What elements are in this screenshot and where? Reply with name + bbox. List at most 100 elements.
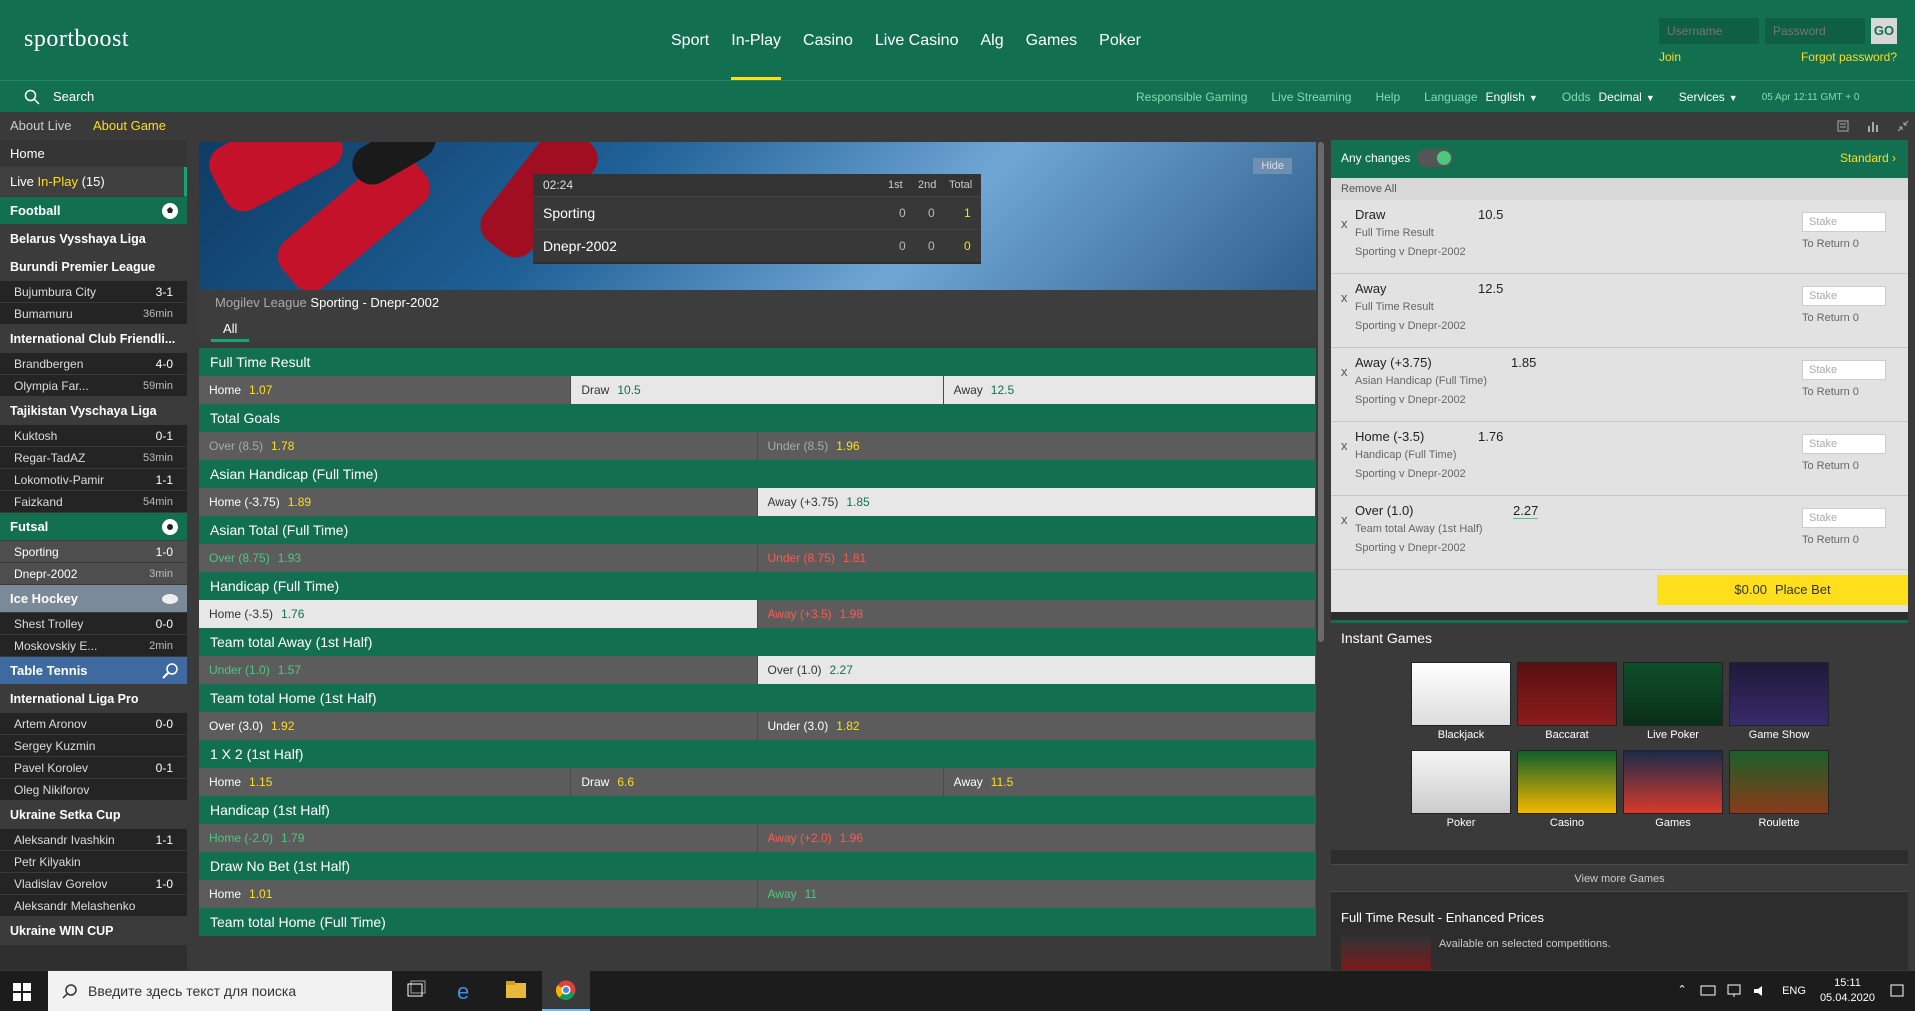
nav-games[interactable]: Games bbox=[1015, 0, 1089, 80]
odds-button[interactable]: Home 1.07 bbox=[199, 376, 572, 404]
sidebar-sport-table-tennis[interactable]: Table Tennis bbox=[0, 657, 187, 685]
nav-live-casino[interactable]: Live Casino bbox=[864, 0, 970, 80]
market-title[interactable]: Handicap (Full Time) bbox=[199, 572, 1316, 600]
stats-icon[interactable] bbox=[1866, 119, 1880, 133]
game-tile-baccarat[interactable]: Baccarat bbox=[1517, 662, 1617, 741]
odds-button[interactable]: Under (8.5) 1.96 bbox=[757, 432, 1316, 460]
sidebar-team-row[interactable]: Dnepr-2002 3min bbox=[0, 563, 187, 585]
sidebar-team-row[interactable]: Moskovskiy E... 2min bbox=[0, 635, 187, 657]
odds-button[interactable]: Home (-2.0) 1.79 bbox=[199, 824, 758, 852]
task-view-icon[interactable] bbox=[392, 971, 440, 1011]
stake-input[interactable]: Stake bbox=[1802, 212, 1886, 232]
odds-button[interactable]: Away (+3.5) 1.98 bbox=[757, 600, 1316, 628]
edge-browser-icon[interactable]: e bbox=[442, 971, 490, 1011]
odds-button[interactable]: Away 11.5 bbox=[943, 768, 1316, 796]
language-select[interactable]: English ▼ bbox=[1486, 90, 1538, 104]
enhanced-prices-thumbnail[interactable] bbox=[1341, 937, 1431, 970]
sidebar-team-row[interactable]: Brandbergen 4-0 bbox=[0, 353, 187, 375]
remove-bet-icon[interactable]: x bbox=[1341, 216, 1348, 231]
about-live-tab[interactable]: About Live bbox=[10, 118, 71, 133]
game-tile-casino[interactable]: Casino bbox=[1517, 750, 1617, 829]
remove-bet-icon[interactable]: x bbox=[1341, 290, 1348, 305]
game-tile-poker[interactable]: Poker bbox=[1411, 750, 1511, 829]
remove-bet-icon[interactable]: x bbox=[1341, 364, 1348, 379]
password-input[interactable] bbox=[1765, 18, 1865, 44]
sidebar-team-row[interactable]: Sporting 1-0 bbox=[0, 541, 187, 563]
go-button[interactable]: GO bbox=[1871, 18, 1897, 44]
sidebar-team-row[interactable]: Faizkand 54min bbox=[0, 491, 187, 513]
market-title[interactable]: Team total Away (1st Half) bbox=[199, 628, 1316, 656]
nav-in-play[interactable]: In-Play bbox=[720, 0, 792, 80]
sidebar-team-row[interactable]: Aleksandr Ivashkin 1-1 bbox=[0, 829, 187, 851]
game-tile-roulette[interactable]: Roulette bbox=[1729, 750, 1829, 829]
join-link[interactable]: Join bbox=[1659, 50, 1681, 64]
any-changes-toggle[interactable] bbox=[1417, 149, 1453, 167]
sidebar-league[interactable]: Tajikistan Vyschaya Liga bbox=[0, 397, 187, 425]
odds-button[interactable]: Away (+2.0) 1.96 bbox=[757, 824, 1316, 852]
help-link[interactable]: Help bbox=[1375, 90, 1400, 104]
odds-button[interactable]: Away 12.5 bbox=[943, 376, 1316, 404]
sidebar-sport-ice-hockey[interactable]: Ice Hockey bbox=[0, 585, 187, 613]
about-game-tab[interactable]: About Game bbox=[93, 118, 166, 133]
tab-all[interactable]: All bbox=[211, 316, 250, 342]
odds-button[interactable]: Draw 6.6 bbox=[571, 768, 944, 796]
services-menu[interactable]: Services ▼ bbox=[1679, 90, 1738, 104]
taskbar-search-box[interactable]: Введите здесь текст для поиска bbox=[48, 971, 392, 1011]
sidebar-team-row[interactable]: Lokomotiv-Pamir 1-1 bbox=[0, 469, 187, 491]
taskbar-clock[interactable]: 15:11 05.04.2020 bbox=[1820, 976, 1875, 1006]
game-tile-games[interactable]: Games bbox=[1623, 750, 1723, 829]
responsible-gaming-link[interactable]: Responsible Gaming bbox=[1136, 90, 1247, 104]
sidebar-league[interactable]: Ukraine Setka Cup bbox=[0, 801, 187, 829]
odds-button[interactable]: Away 11 bbox=[757, 880, 1316, 908]
nav-sport[interactable]: Sport bbox=[660, 0, 720, 80]
remove-all-button[interactable]: Remove All bbox=[1331, 178, 1908, 200]
game-tile-game-show[interactable]: Game Show bbox=[1729, 662, 1829, 741]
odds-button[interactable]: Over (1.0) 2.27 bbox=[757, 656, 1316, 684]
sidebar-team-row[interactable]: Kuktosh 0-1 bbox=[0, 425, 187, 447]
live-streaming-link[interactable]: Live Streaming bbox=[1271, 90, 1351, 104]
odds-button[interactable]: Home 1.01 bbox=[199, 880, 758, 908]
windows-start-icon[interactable] bbox=[12, 982, 32, 1002]
odds-button[interactable]: Over (8.5) 1.78 bbox=[199, 432, 758, 460]
sidebar-sport-futsal[interactable]: Futsal bbox=[0, 513, 187, 541]
sidebar-team-row[interactable]: Bujumbura City 3-1 bbox=[0, 281, 187, 303]
sidebar-team-row[interactable]: Regar-TadAZ 53min bbox=[0, 447, 187, 469]
sidebar-team-row[interactable]: Vladislav Gorelov 1-0 bbox=[0, 873, 187, 895]
sidebar-team-row[interactable]: Shest Trolley 0-0 bbox=[0, 613, 187, 635]
remove-bet-icon[interactable]: x bbox=[1341, 438, 1348, 453]
market-title[interactable]: Full Time Result bbox=[199, 348, 1316, 376]
collapse-icon[interactable] bbox=[1896, 119, 1910, 133]
brand-logo[interactable]: sportboost bbox=[24, 26, 129, 53]
stake-input[interactable]: Stake bbox=[1802, 508, 1886, 528]
sidebar-league[interactable]: Ukraine WIN CUP bbox=[0, 917, 187, 945]
game-tile-live-poker[interactable]: Live Poker bbox=[1623, 662, 1723, 741]
hide-button[interactable]: Hide bbox=[1253, 158, 1292, 174]
sidebar-team-row[interactable]: Bumamuru 36min bbox=[0, 303, 187, 325]
search-label[interactable]: Search bbox=[53, 89, 94, 104]
standard-mode-link[interactable]: Standard › bbox=[1840, 151, 1896, 165]
market-title[interactable]: Team total Home (Full Time) bbox=[199, 908, 1316, 936]
market-title[interactable]: Total Goals bbox=[199, 404, 1316, 432]
center-scrollbar[interactable] bbox=[1318, 142, 1324, 642]
sidebar-team-row[interactable]: Pavel Korolev 0-1 bbox=[0, 757, 187, 779]
network-icon[interactable] bbox=[1698, 983, 1718, 999]
sidebar-team-row[interactable]: Petr Kilyakin bbox=[0, 851, 187, 873]
odds-button[interactable]: Under (3.0) 1.82 bbox=[757, 712, 1316, 740]
market-title[interactable]: Handicap (1st Half) bbox=[199, 796, 1316, 824]
nav-alg[interactable]: Alg bbox=[969, 0, 1014, 80]
market-title[interactable]: Team total Home (1st Half) bbox=[199, 684, 1316, 712]
sidebar-team-row[interactable]: Sergey Kuzmin bbox=[0, 735, 187, 757]
market-title[interactable]: Asian Total (Full Time) bbox=[199, 516, 1316, 544]
odds-button[interactable]: Draw 10.5 bbox=[571, 376, 944, 404]
volume-icon[interactable] bbox=[1750, 983, 1770, 999]
place-bet-button[interactable]: $0.00 Place Bet bbox=[1657, 575, 1908, 605]
odds-button[interactable]: Home (-3.5) 1.76 bbox=[199, 600, 758, 628]
nav-poker[interactable]: Poker bbox=[1088, 0, 1152, 80]
sidebar-league[interactable]: International Liga Pro bbox=[0, 685, 187, 713]
odds-button[interactable]: Home (-3.75) 1.89 bbox=[199, 488, 758, 516]
odds-select[interactable]: Decimal ▼ bbox=[1599, 90, 1655, 104]
display-icon[interactable] bbox=[1724, 983, 1744, 999]
odds-button[interactable]: Over (8.75) 1.93 bbox=[199, 544, 758, 572]
sidebar-league[interactable]: Belarus Vysshaya Liga bbox=[0, 225, 187, 253]
sidebar-team-row[interactable]: Oleg Nikiforov bbox=[0, 779, 187, 801]
